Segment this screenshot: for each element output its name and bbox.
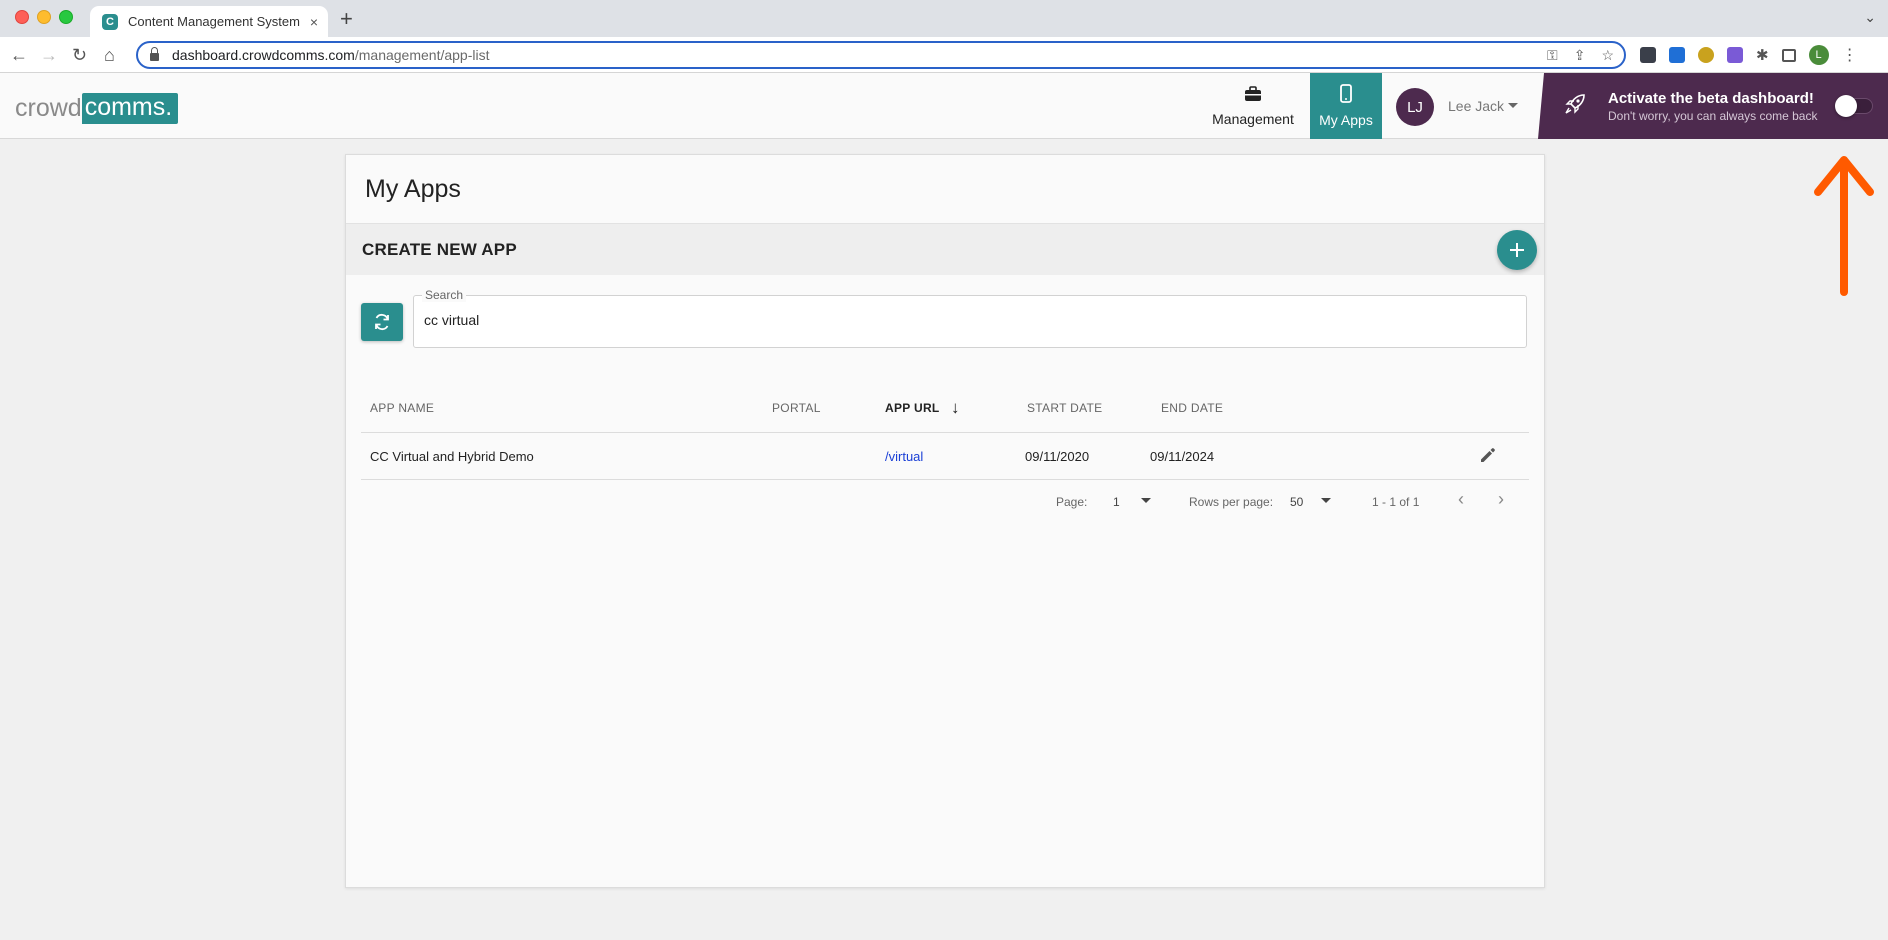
beta-title: Activate the beta dashboard! [1608, 90, 1814, 107]
rows-per-page-caret-icon[interactable] [1321, 498, 1331, 503]
cell-end-date: 09/11/2024 [1150, 449, 1215, 464]
refresh-button[interactable] [361, 303, 403, 341]
address-bar[interactable]: dashboard.crowdcomms.com/management/app-… [136, 41, 1626, 69]
browser-tab[interactable]: C Content Management System × [90, 6, 328, 37]
plus-icon [1510, 243, 1524, 257]
nav-management[interactable]: Management [1206, 73, 1300, 139]
reload-icon[interactable]: ↻ [72, 44, 87, 66]
column-start-date[interactable]: START DATE [1027, 401, 1102, 415]
rocket-icon [1564, 93, 1586, 121]
new-tab-button[interactable]: + [340, 6, 353, 32]
nav-management-label: Management [1212, 111, 1294, 127]
beta-banner: Activate the beta dashboard! Don't worry… [1538, 73, 1888, 139]
table-row[interactable]: CC Virtual and Hybrid Demo /virtual 09/1… [361, 433, 1529, 480]
home-icon[interactable]: ⌂ [104, 44, 115, 66]
phone-icon [1340, 84, 1352, 108]
app-header: crowd comms. Management My Apps LJ Lee Ja… [0, 73, 1888, 139]
logo-text-crowd: crowd [15, 94, 82, 122]
column-app-url-label: APP URL [885, 401, 940, 415]
rows-per-page-value[interactable]: 50 [1290, 495, 1303, 509]
page-select-caret-icon[interactable] [1141, 498, 1151, 503]
next-page-chevron-icon[interactable]: › [1498, 489, 1504, 510]
crowdcomms-logo[interactable]: crowd comms. [15, 93, 179, 124]
extension-3-icon[interactable] [1698, 47, 1714, 63]
browser-tabstrip: C Content Management System × + ⌄ [0, 0, 1888, 37]
cell-app-url-link[interactable]: /virtual [885, 449, 923, 464]
bookmark-star-icon[interactable]: ☆ [1601, 47, 1614, 64]
url-path: /management/app-list [354, 47, 490, 63]
lock-icon [150, 47, 159, 61]
back-arrow-icon[interactable]: ← [10, 44, 28, 66]
my-apps-card: My Apps CREATE NEW APP Search APP NAME P… [345, 154, 1545, 888]
search-input[interactable] [424, 312, 1514, 328]
add-app-button[interactable] [1497, 230, 1537, 270]
rows-per-page-label: Rows per page: [1189, 495, 1274, 509]
browser-toolbar: ← → ↻ ⌂ dashboard.crowdcomms.com/managem… [0, 37, 1888, 73]
pagination-range: 1 - 1 of 1 [1372, 495, 1420, 509]
column-portal[interactable]: PORTAL [772, 401, 821, 415]
search-field: Search [413, 288, 1527, 348]
user-menu-caret-icon[interactable] [1508, 103, 1518, 108]
annotation-arrow-icon [1814, 156, 1874, 296]
cell-app-name: CC Virtual and Hybrid Demo [370, 449, 534, 464]
page-label: Page: [1056, 495, 1088, 509]
column-app-name[interactable]: APP NAME [370, 401, 434, 415]
edit-pencil-icon[interactable] [1478, 445, 1498, 471]
url-host: dashboard.crowdcomms.com [172, 47, 355, 63]
search-label: Search [422, 288, 467, 302]
toggle-knob [1835, 95, 1857, 117]
nav-my-apps[interactable]: My Apps [1310, 73, 1382, 139]
user-avatar[interactable]: LJ [1396, 88, 1434, 126]
briefcase-icon [1244, 85, 1262, 107]
previous-page-chevron-icon[interactable]: ‹ [1458, 489, 1464, 510]
browser-menu-icon[interactable]: ⋮ [1842, 45, 1858, 65]
create-new-app-bar: CREATE NEW APP [346, 223, 1544, 275]
table-header: APP NAME PORTAL APP URL ↓ START DATE END… [361, 385, 1529, 433]
extension-1-icon[interactable] [1640, 47, 1656, 63]
password-key-icon[interactable]: ⚿ [1547, 47, 1558, 64]
maximize-window-button[interactable] [59, 10, 73, 24]
minimize-window-button[interactable] [37, 10, 51, 24]
page-title: My Apps [365, 175, 461, 203]
close-window-button[interactable] [15, 10, 29, 24]
forward-arrow-icon[interactable]: → [40, 44, 58, 66]
create-new-app-label: CREATE NEW APP [362, 240, 517, 259]
beta-subtitle: Don't worry, you can always come back [1608, 109, 1818, 123]
tab-title: Content Management System [128, 14, 300, 29]
nav-my-apps-label: My Apps [1319, 112, 1373, 128]
cell-start-date: 09/11/2020 [1025, 449, 1090, 464]
user-name[interactable]: Lee Jack [1448, 98, 1504, 114]
profile-avatar[interactable]: L [1808, 45, 1829, 65]
beta-dashboard-toggle[interactable] [1835, 95, 1873, 117]
crowdcomms-favicon-icon: C [102, 13, 118, 30]
extension-2-icon[interactable] [1669, 47, 1685, 63]
tab-search-chevron-icon[interactable]: ⌄ [1864, 9, 1876, 26]
puzzle-icon[interactable]: ✱ [1756, 46, 1769, 64]
column-app-url[interactable]: APP URL ↓ [885, 398, 960, 417]
tab-close-icon[interactable]: × [310, 14, 318, 30]
share-icon[interactable]: ⇪ [1574, 47, 1586, 64]
page-select-value[interactable]: 1 [1113, 495, 1120, 509]
sidebar-icon[interactable] [1781, 48, 1796, 62]
logo-text-comms: comms. [81, 93, 179, 124]
extension-4-icon[interactable] [1727, 47, 1743, 63]
column-end-date[interactable]: END DATE [1161, 401, 1223, 415]
refresh-icon [375, 313, 389, 331]
sort-descending-arrow-icon[interactable]: ↓ [951, 398, 960, 418]
